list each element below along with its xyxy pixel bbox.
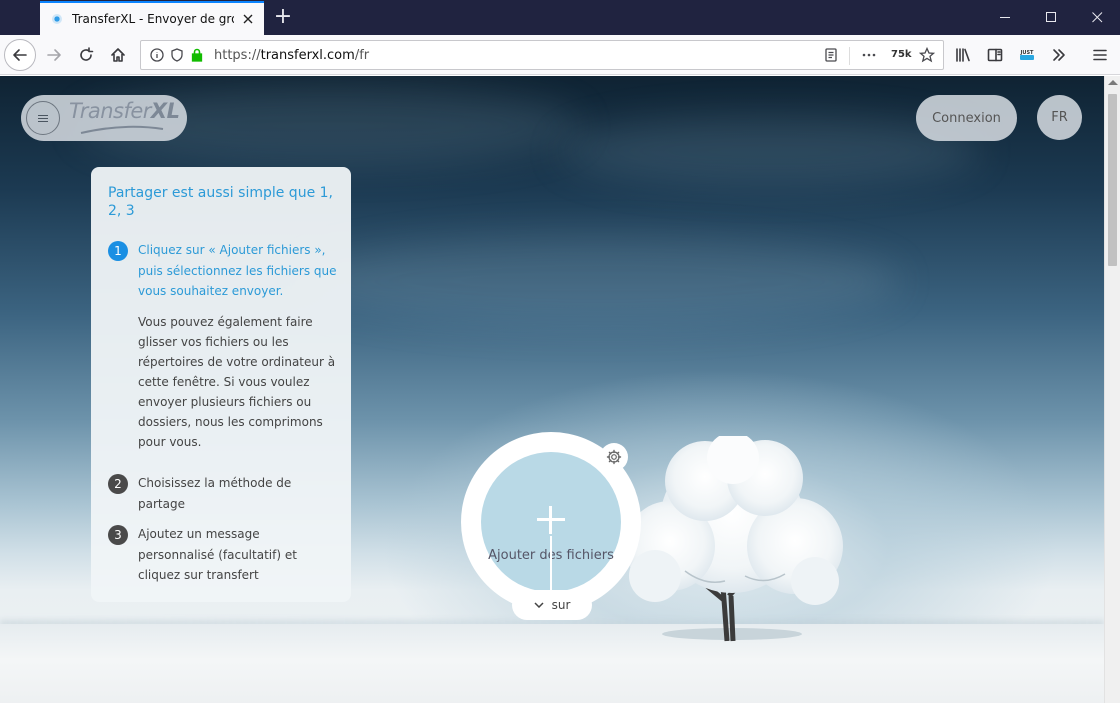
- step-number: 2: [108, 474, 128, 494]
- step-1: 1 Cliquez sur « Ajouter fichiers », puis…: [108, 240, 338, 452]
- forward-icon: [47, 49, 61, 61]
- url-text[interactable]: https://transferxl.com/fr: [214, 48, 369, 63]
- step-subtext: Vous pouvez également faire glisser vos …: [138, 314, 336, 449]
- step-text: Ajoutez un message personnalisé (faculta…: [138, 527, 297, 582]
- browser-tab[interactable]: TransferXL - Envoyer de gros fic: [40, 1, 264, 35]
- lock-icon[interactable]: [189, 47, 205, 63]
- url-bar[interactable]: https://transferxl.com/fr 75k: [140, 40, 944, 70]
- tab-title: TransferXL - Envoyer de gros fic: [72, 12, 234, 26]
- url-path: /fr: [354, 48, 370, 63]
- tree-image: [625, 436, 843, 642]
- step-2: 2 Choisissez la méthode de partage: [108, 473, 338, 514]
- close-window-button[interactable]: [1074, 0, 1120, 35]
- back-button[interactable]: [4, 39, 36, 71]
- maximize-button[interactable]: [1028, 0, 1074, 35]
- scroll-thumb[interactable]: [1108, 94, 1117, 266]
- reload-icon: [80, 47, 94, 61]
- app-menu-button[interactable]: [1084, 39, 1116, 71]
- step-number: 1: [108, 241, 128, 261]
- chevron-down-icon: [534, 602, 544, 608]
- logo-text-bold: XL: [150, 99, 180, 123]
- menu-button[interactable]: [26, 101, 60, 135]
- reload-button[interactable]: [70, 39, 102, 71]
- browser-navbar: https://transferxl.com/fr 75k JUST: [0, 35, 1120, 75]
- language-button[interactable]: FR: [1037, 95, 1082, 140]
- extension-button[interactable]: JUST: [1011, 39, 1043, 71]
- sidebar-button[interactable]: [979, 39, 1011, 71]
- hamburger-menu-icon: [1093, 49, 1107, 61]
- library-icon: [956, 48, 970, 62]
- close-tab-icon[interactable]: [240, 11, 256, 27]
- minimize-button[interactable]: [982, 0, 1028, 35]
- more-button[interactable]: sur: [512, 590, 592, 620]
- more-label: sur: [551, 598, 571, 612]
- more-actions-icon[interactable]: [861, 47, 877, 63]
- hamburger-icon: [38, 117, 48, 119]
- settings-button[interactable]: [600, 443, 628, 471]
- logo-pill: TransferXL: [21, 95, 187, 141]
- logo-text: Transfer: [69, 99, 151, 123]
- step-text: Choisissez la méthode de partage: [138, 476, 292, 511]
- forward-button[interactable]: [38, 39, 70, 71]
- login-button[interactable]: Connexion: [916, 95, 1017, 141]
- library-button[interactable]: [947, 39, 979, 71]
- logo[interactable]: TransferXL: [69, 99, 180, 123]
- logo-swoosh-icon: [80, 125, 164, 134]
- overflow-icon: [1053, 49, 1065, 61]
- reader-view-icon[interactable]: [823, 47, 839, 63]
- back-icon: [13, 49, 27, 61]
- page-content: TransferXL Connexion FR Partager est aus…: [0, 76, 1104, 703]
- connector-line: [550, 536, 552, 594]
- background-cloud: [300, 236, 900, 326]
- card-title: Partager est aussi simple que 1, 2, 3: [108, 185, 333, 219]
- bookmark-star-icon[interactable]: [919, 47, 935, 63]
- extension-icon: JUST: [1020, 50, 1034, 60]
- settings-gear-icon: [606, 449, 622, 465]
- favicon-icon: [52, 14, 62, 24]
- info-icon[interactable]: [149, 47, 165, 63]
- step-number: 3: [108, 525, 128, 545]
- sidebar-icon: [987, 48, 1003, 62]
- instructions-card: Partager est aussi simple que 1, 2, 3 1 …: [91, 167, 351, 602]
- url-host: transferxl.com: [260, 48, 355, 63]
- url-scheme: https://: [214, 48, 261, 63]
- home-icon: [111, 48, 125, 62]
- plus-icon: [537, 506, 565, 534]
- url-separator: [849, 47, 850, 65]
- shield-icon[interactable]: [169, 47, 185, 63]
- zoom-badge[interactable]: 75k: [891, 49, 912, 60]
- browser-titlebar: TransferXL - Envoyer de gros fic +: [0, 0, 1120, 35]
- snow-field: [0, 624, 1104, 703]
- scroll-up-arrow-icon[interactable]: [1108, 80, 1118, 85]
- home-button[interactable]: [102, 39, 134, 71]
- step-3: 3 Ajoutez un message personnalisé (facul…: [108, 524, 338, 586]
- page-scrollbar[interactable]: [1104, 76, 1120, 703]
- step-text: Cliquez sur « Ajouter fichiers », puis s…: [138, 243, 337, 298]
- new-tab-button[interactable]: +: [272, 6, 294, 29]
- overflow-button[interactable]: [1043, 39, 1075, 71]
